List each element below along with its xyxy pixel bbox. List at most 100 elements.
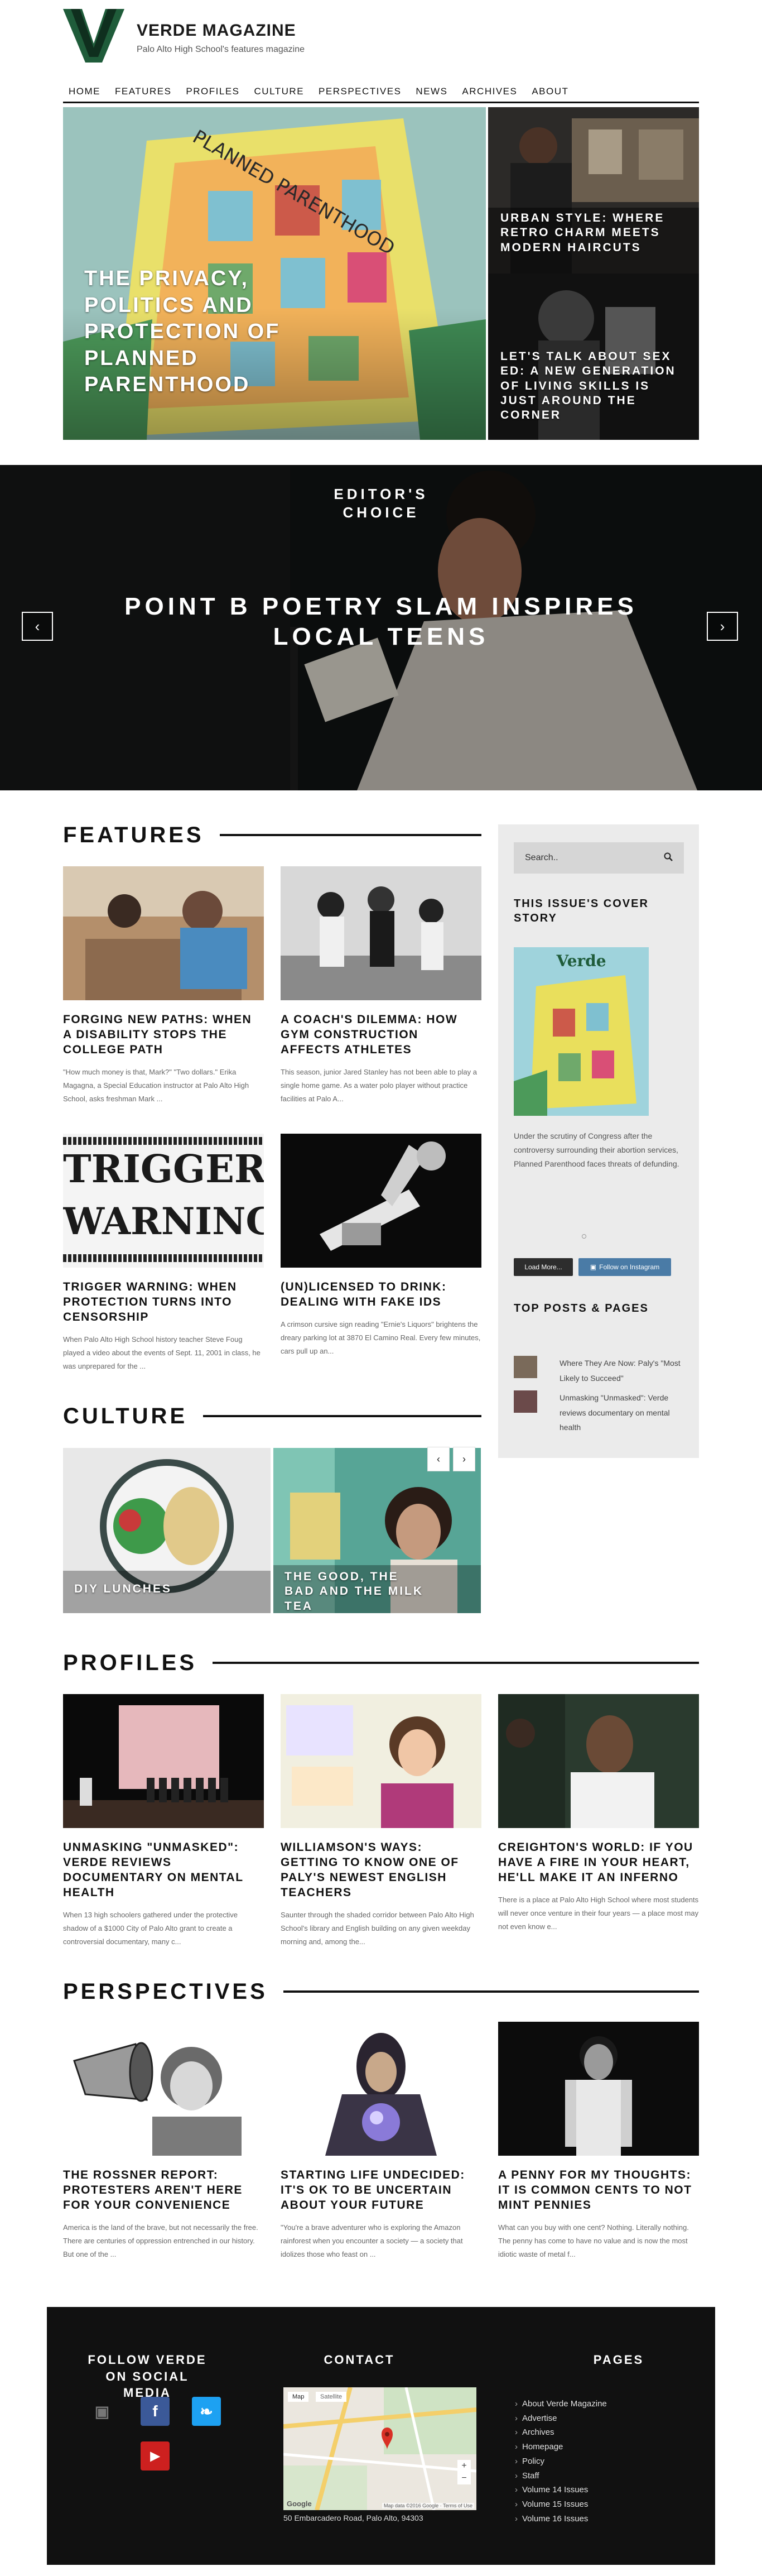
page-link[interactable]: Advertise	[515, 2411, 607, 2426]
twitter-button[interactable]: ❧	[192, 2397, 221, 2426]
page-link[interactable]: Volume 15 Issues	[515, 2497, 607, 2512]
page-link[interactable]: Volume 14 Issues	[515, 2483, 607, 2497]
page-link[interactable]: Staff	[515, 2469, 607, 2483]
facebook-button[interactable]: f	[141, 2397, 170, 2426]
football-photo	[281, 866, 481, 1000]
instagram-icon: ▣	[94, 2402, 110, 2420]
editors-choice-slider[interactable]: EDITOR'S CHOICE POINT B POETRY SLAM INSP…	[0, 465, 762, 790]
editors-choice-kicker: EDITOR'S CHOICE	[334, 486, 428, 521]
chevron-right-icon: ›	[462, 1453, 466, 1465]
article-title[interactable]: THE ROSSNER REPORT: PROTESTERS AREN'T HE…	[63, 2168, 264, 2213]
top-post-item[interactable]: Where They Are Now: Paly's "Most Likely …	[514, 1356, 687, 1385]
page-link[interactable]: About Verde Magazine	[515, 2397, 607, 2411]
perspective-card[interactable]: THE ROSSNER REPORT: PROTESTERS AREN'T HE…	[63, 2022, 264, 2261]
profile-card[interactable]: WILLIAMSON'S WAYS: GETTING TO KNOW ONE O…	[281, 1694, 481, 1949]
site-tagline: Palo Alto High School's features magazin…	[137, 45, 305, 54]
top-story-main-title[interactable]: THE PRIVACY, POLITICS AND PROTECTION OF …	[84, 266, 319, 399]
article-title[interactable]: CREIGHTON'S WORLD: IF YOU HAVE A FIRE IN…	[498, 1840, 699, 1886]
feature-card[interactable]: A COACH'S DILEMMA: HOW GYM CONSTRUCTION …	[281, 866, 481, 1106]
instagram-button[interactable]: ▣	[88, 2397, 117, 2426]
map-zoom-out-button[interactable]: −	[457, 2472, 471, 2484]
feature-card[interactable]: TRIGGER WARNING TRIGGER WARNING: WHEN PR…	[63, 1134, 264, 1373]
profile-card[interactable]: UNMASKING "UNMASKED": VERDE REVIEWS DOCU…	[63, 1694, 264, 1949]
article-title[interactable]: A COACH'S DILEMMA: HOW GYM CONSTRUCTION …	[281, 1013, 481, 1058]
article-title[interactable]: (UN)LICENSED TO DRINK: DEALING WITH FAKE…	[281, 1280, 481, 1310]
verde-logo[interactable]	[63, 9, 124, 63]
contact-map[interactable]: Map Satellite + − Google Map data ©2016 …	[283, 2387, 476, 2510]
map-tab-map[interactable]: Map	[288, 2392, 309, 2402]
cover-caption: Under the scrutiny of Congress after the…	[514, 1131, 679, 1169]
top-story-side-1-title[interactable]: URBAN STYLE: WHERE RETRO CHARM MEETS MOD…	[500, 211, 679, 255]
follow-instagram-button[interactable]: ▣ Follow on Instagram	[578, 1258, 671, 1276]
feature-card[interactable]: FORGING NEW PATHS: WHEN A DISABILITY STO…	[63, 866, 264, 1106]
youtube-button[interactable]: ▶	[141, 2441, 170, 2471]
perspective-card[interactable]: STARTING LIFE UNDECIDED: IT'S OK TO BE U…	[281, 2022, 481, 2261]
article-title[interactable]: A PENNY FOR MY THOUGHTS: IT IS COMMON CE…	[498, 2168, 699, 2213]
article-excerpt: What can you buy with one cent? Nothing.…	[498, 2223, 689, 2258]
search-icon[interactable]	[664, 852, 673, 864]
profiles-heading: PROFILES	[63, 1647, 699, 1678]
top-story-main[interactable]: PLANNED PARENTHOOD THE PRIVACY, POLITICS…	[63, 107, 486, 440]
google-logo: Google	[287, 2500, 312, 2508]
culture-prev-button[interactable]: ‹	[427, 1447, 450, 1471]
documentary-stage-photo	[63, 1694, 264, 1828]
top-post-item[interactable]: Unmasking "Unmasked": Verde reviews docu…	[514, 1390, 687, 1435]
nav-archives[interactable]: ARCHIVES	[462, 86, 517, 97]
slider-prev-button[interactable]: ‹	[22, 612, 53, 641]
article-excerpt: "How much money is that, Mark?" "Two dol…	[63, 1067, 249, 1103]
top-posts-heading: TOP POSTS & PAGES	[514, 1302, 649, 1315]
cover-logo: Verde	[556, 952, 606, 970]
article-excerpt: When 13 high schoolers gathered under th…	[63, 1910, 238, 1946]
culture-item-title[interactable]: THE GOOD, THE BAD AND THE MILK TEA	[284, 1570, 430, 1613]
perspective-card[interactable]: A PENNY FOR MY THOUGHTS: IT IS COMMON CE…	[498, 2022, 699, 2261]
nav-features[interactable]: FEATURES	[115, 86, 171, 97]
map-zoom-controls[interactable]: + −	[457, 2460, 471, 2484]
culture-item[interactable]: THE GOOD, THE BAD AND THE MILK TEA	[273, 1448, 481, 1613]
loading-icon	[582, 1234, 586, 1239]
pages-heading: PAGES	[593, 2353, 644, 2367]
article-excerpt: When Palo Alto High School history teach…	[63, 1335, 261, 1370]
culture-item-title[interactable]: DIY LUNCHES	[74, 1582, 172, 1596]
teacher-portrait-photo	[281, 1694, 481, 1828]
trigger-warning-graphic: TRIGGER WARNING	[63, 1134, 264, 1268]
social-heading: FOLLOW VERDE ON SOCIAL MEDIA	[88, 2353, 207, 2400]
nav-perspectives[interactable]: PERSPECTIVES	[319, 86, 401, 97]
article-title[interactable]: TRIGGER WARNING: WHEN PROTECTION TURNS I…	[63, 1280, 264, 1325]
feature-card[interactable]: (UN)LICENSED TO DRINK: DEALING WITH FAKE…	[281, 1134, 481, 1358]
page-link[interactable]: Volume 16 Issues	[515, 2512, 607, 2526]
map-zoom-in-button[interactable]: +	[457, 2460, 471, 2472]
profile-card[interactable]: CREIGHTON'S WORLD: IF YOU HAVE A FIRE IN…	[498, 1694, 699, 1934]
article-title[interactable]: STARTING LIFE UNDECIDED: IT'S OK TO BE U…	[281, 2168, 481, 2213]
nav-news[interactable]: NEWS	[416, 86, 447, 97]
nav-about[interactable]: ABOUT	[532, 86, 568, 97]
sidebar: Search.. THIS ISSUE'S COVER STORY Verde …	[498, 824, 699, 1458]
nav-home[interactable]: HOME	[69, 86, 100, 97]
top-story-side-2[interactable]: LET'S TALK ABOUT SEX ED: A NEW GENERATIO…	[488, 274, 699, 440]
search-input[interactable]: Search..	[514, 842, 684, 874]
page-link[interactable]: Policy	[515, 2454, 607, 2469]
page-link[interactable]: Archives	[515, 2425, 607, 2440]
contact-address: 50 Embarcadero Road, Palo Alto, 94303	[283, 2513, 423, 2522]
youtube-icon: ▶	[150, 2449, 160, 2463]
load-more-button[interactable]: Load More...	[514, 1258, 573, 1276]
nav-culture[interactable]: CULTURE	[254, 86, 305, 97]
fake-id-photo	[281, 1134, 481, 1268]
page-link[interactable]: Homepage	[515, 2440, 607, 2454]
article-title[interactable]: FORGING NEW PATHS: WHEN A DISABILITY STO…	[63, 1013, 264, 1058]
top-story-side-2-title[interactable]: LET'S TALK ABOUT SEX ED: A NEW GENERATIO…	[500, 349, 684, 423]
top-story-side-1[interactable]: URBAN STYLE: WHERE RETRO CHARM MEETS MOD…	[488, 107, 699, 274]
contact-heading: CONTACT	[324, 2353, 395, 2367]
culture-item[interactable]: DIY LUNCHES	[63, 1448, 271, 1613]
article-title[interactable]: UNMASKING "UNMASKED": VERDE REVIEWS DOCU…	[63, 1840, 264, 1901]
nav-profiles[interactable]: PROFILES	[186, 86, 239, 97]
article-excerpt: There is a place at Palo Alto High Schoo…	[498, 1895, 699, 1931]
cover-image[interactable]: Verde	[514, 947, 649, 1116]
editors-choice-title[interactable]: POINT B POETRY SLAM INSPIRES LOCAL TEENS	[0, 592, 762, 651]
slider-next-button[interactable]: ›	[707, 612, 738, 641]
facebook-icon: f	[152, 2402, 158, 2420]
site-title[interactable]: VERDE MAGAZINE	[137, 21, 296, 40]
culture-next-button[interactable]: ›	[453, 1447, 475, 1471]
map-tab-satellite[interactable]: Satellite	[316, 2392, 347, 2402]
article-title[interactable]: WILLIAMSON'S WAYS: GETTING TO KNOW ONE O…	[281, 1840, 481, 1901]
article-excerpt: A crimson cursive sign reading "Ernie's …	[281, 1320, 481, 1355]
